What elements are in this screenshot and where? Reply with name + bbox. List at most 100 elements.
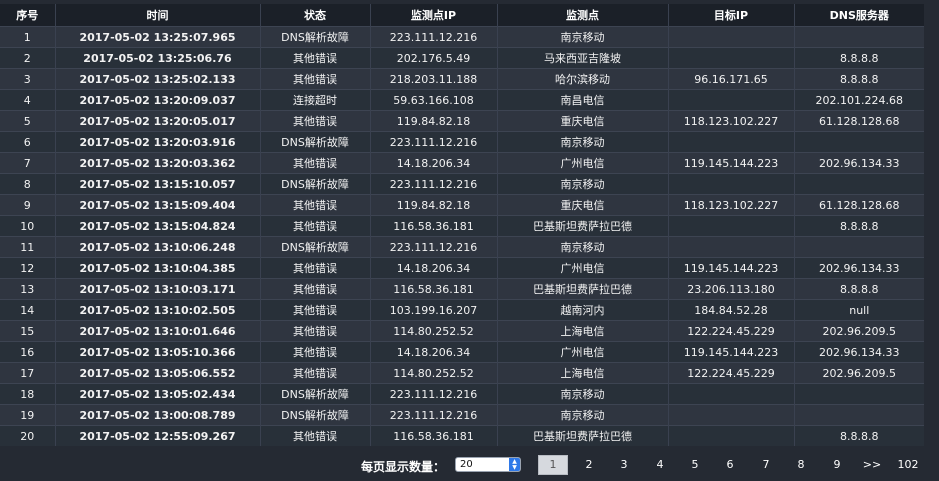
- pagination-bar: 每页显示数量： 20 ▲ ▼ 1 2 3 4 5 6 7 8 9 >> 102: [0, 452, 939, 478]
- table-row[interactable]: 15 2017-05-02 13:10:01.646 其他错误 114.80.252.…: [0, 320, 924, 342]
- page-button-6[interactable]: 6: [715, 455, 745, 475]
- cell-probe: 重庆电信: [497, 194, 669, 216]
- cell-index: 7: [0, 152, 56, 174]
- cell-status: 其他错误: [260, 320, 371, 342]
- cell-status: DNS解析故障: [260, 236, 371, 258]
- cell-time: 2017-05-02 13:10:06.248: [55, 236, 261, 258]
- cell-target-ip: 122.224.45.229: [668, 320, 795, 342]
- table-row[interactable]: 9 2017-05-02 13:15:09.404 其他错误 119.84.82.18…: [0, 194, 924, 216]
- cell-probe: 巴基斯坦费萨拉巴德: [497, 215, 669, 237]
- page-button-2[interactable]: 2: [574, 455, 604, 475]
- cell-target-ip: 118.123.102.227: [668, 110, 795, 132]
- cell-status: 连接超时: [260, 89, 371, 111]
- page-button-8[interactable]: 8: [786, 455, 816, 475]
- cell-time: 2017-05-02 13:20:03.916: [55, 131, 261, 153]
- cell-index: 13: [0, 278, 56, 300]
- cell-status: 其他错误: [260, 47, 371, 69]
- cell-probe: 南昌电信: [497, 89, 669, 111]
- page-button-7[interactable]: 7: [751, 455, 781, 475]
- table-row[interactable]: 4 2017-05-02 13:20:09.037 连接超时 59.63.166.10…: [0, 89, 924, 111]
- cell-probe-ip: 114.80.252.52: [370, 362, 498, 384]
- cell-dns-server: [794, 383, 924, 405]
- cell-time: 2017-05-02 13:10:02.505: [55, 299, 261, 321]
- cell-probe-ip: 14.18.206.34: [370, 341, 498, 363]
- page-size-value: 20: [460, 459, 473, 470]
- page-button-5[interactable]: 5: [680, 455, 710, 475]
- cell-time: 2017-05-02 13:15:09.404: [55, 194, 261, 216]
- table-row[interactable]: 13 2017-05-02 13:10:03.171 其他错误 116.58.36.1…: [0, 278, 924, 300]
- cell-probe: 南京移动: [497, 404, 669, 426]
- cell-index: 9: [0, 194, 56, 216]
- cell-probe-ip: 223.111.12.216: [370, 236, 498, 258]
- cell-time: 2017-05-02 13:10:01.646: [55, 320, 261, 342]
- cell-index: 5: [0, 110, 56, 132]
- cell-target-ip: 122.224.45.229: [668, 362, 795, 384]
- cell-status: DNS解析故障: [260, 173, 371, 195]
- cell-dns-server: 8.8.8.8: [794, 47, 924, 69]
- table-row[interactable]: 11 2017-05-02 13:10:06.248 DNS解析故障 223.111.…: [0, 236, 924, 258]
- page-size-select[interactable]: 20 ▲ ▼: [455, 457, 521, 472]
- table-row[interactable]: 19 2017-05-02 13:00:08.789 DNS解析故障 223.111.…: [0, 404, 924, 426]
- cell-dns-server: 61.128.128.68: [794, 194, 924, 216]
- page-button-4[interactable]: 4: [645, 455, 675, 475]
- cell-time: 2017-05-02 13:00:08.789: [55, 404, 261, 426]
- last-page-button[interactable]: 102: [893, 455, 923, 475]
- table-row[interactable]: 3 2017-05-02 13:25:02.133 其他错误 218.203.11.1…: [0, 68, 924, 90]
- cell-target-ip: [668, 173, 795, 195]
- table-row[interactable]: 7 2017-05-02 13:20:03.362 其他错误 14.18.206.34…: [0, 152, 924, 174]
- cell-status: 其他错误: [260, 152, 371, 174]
- cell-index: 8: [0, 173, 56, 195]
- cell-index: 2: [0, 47, 56, 69]
- cell-probe: 上海电信: [497, 362, 669, 384]
- cell-target-ip: [668, 47, 795, 69]
- cell-status: DNS解析故障: [260, 131, 371, 153]
- page-button-9[interactable]: 9: [822, 455, 852, 475]
- cell-index: 3: [0, 68, 56, 90]
- cell-time: 2017-05-02 13:10:03.171: [55, 278, 261, 300]
- monitor-log-table: 序号 时间 状态 监测点IP 监测点 目标IP DNS服务器 1 2017-05-02 13:…: [0, 4, 924, 446]
- cell-index: 1: [0, 26, 56, 48]
- table-row[interactable]: 20 2017-05-02 12:55:09.267 其他错误 116.58.36.1…: [0, 425, 924, 446]
- cell-probe-ip: 119.84.82.18: [370, 110, 498, 132]
- page-button-1[interactable]: 1: [538, 455, 568, 475]
- cell-dns-server: 8.8.8.8: [794, 215, 924, 237]
- cell-probe-ip: 119.84.82.18: [370, 194, 498, 216]
- cell-target-ip: 119.145.144.223: [668, 257, 795, 279]
- cell-probe-ip: 116.58.36.181: [370, 425, 498, 446]
- table-row[interactable]: 8 2017-05-02 13:15:10.057 DNS解析故障 223.111.1…: [0, 173, 924, 195]
- table-row[interactable]: 6 2017-05-02 13:20:03.916 DNS解析故障 223.111.1…: [0, 131, 924, 153]
- page-button-3[interactable]: 3: [609, 455, 639, 475]
- next-page-button[interactable]: >>: [857, 455, 887, 475]
- table-row[interactable]: 14 2017-05-02 13:10:02.505 其他错误 103.199.16.…: [0, 299, 924, 321]
- cell-target-ip: [668, 425, 795, 446]
- table-row[interactable]: 18 2017-05-02 13:05:02.434 DNS解析故障 223.111.…: [0, 383, 924, 405]
- table-row[interactable]: 2 2017-05-02 13:25:06.76 其他错误 202.176.5.49 马…: [0, 47, 924, 69]
- table-row[interactable]: 16 2017-05-02 13:05:10.366 其他错误 14.18.206.3…: [0, 341, 924, 363]
- cell-index: 6: [0, 131, 56, 153]
- cell-probe-ip: 223.111.12.216: [370, 383, 498, 405]
- table-row[interactable]: 10 2017-05-02 13:15:04.824 其他错误 116.58.36.1…: [0, 215, 924, 237]
- cell-target-ip: 96.16.171.65: [668, 68, 795, 90]
- cell-probe-ip: 223.111.12.216: [370, 173, 498, 195]
- cell-probe-ip: 103.199.16.207: [370, 299, 498, 321]
- table-row[interactable]: 17 2017-05-02 13:05:06.552 其他错误 114.80.252.…: [0, 362, 924, 384]
- cell-time: 2017-05-02 13:15:10.057: [55, 173, 261, 195]
- table-row[interactable]: 1 2017-05-02 13:25:07.965 DNS解析故障 223.111.1…: [0, 26, 924, 48]
- cell-status: 其他错误: [260, 215, 371, 237]
- cell-target-ip: [668, 383, 795, 405]
- cell-index: 20: [0, 425, 56, 446]
- cell-time: 2017-05-02 13:25:02.133: [55, 68, 261, 90]
- cell-index: 12: [0, 257, 56, 279]
- cell-dns-server: null: [794, 299, 924, 321]
- table-row[interactable]: 5 2017-05-02 13:20:05.017 其他错误 119.84.82.18…: [0, 110, 924, 132]
- cell-target-ip: 118.123.102.227: [668, 194, 795, 216]
- col-header-dns-server: DNS服务器: [794, 4, 924, 27]
- cell-time: 2017-05-02 13:05:10.366: [55, 341, 261, 363]
- cell-probe-ip: 116.58.36.181: [370, 215, 498, 237]
- cell-probe: 广州电信: [497, 341, 669, 363]
- cell-dns-server: 202.96.134.33: [794, 257, 924, 279]
- cell-probe-ip: 116.58.36.181: [370, 278, 498, 300]
- cell-probe: 越南河内: [497, 299, 669, 321]
- cell-probe: 南京移动: [497, 383, 669, 405]
- table-row[interactable]: 12 2017-05-02 13:10:04.385 其他错误 14.18.206.3…: [0, 257, 924, 279]
